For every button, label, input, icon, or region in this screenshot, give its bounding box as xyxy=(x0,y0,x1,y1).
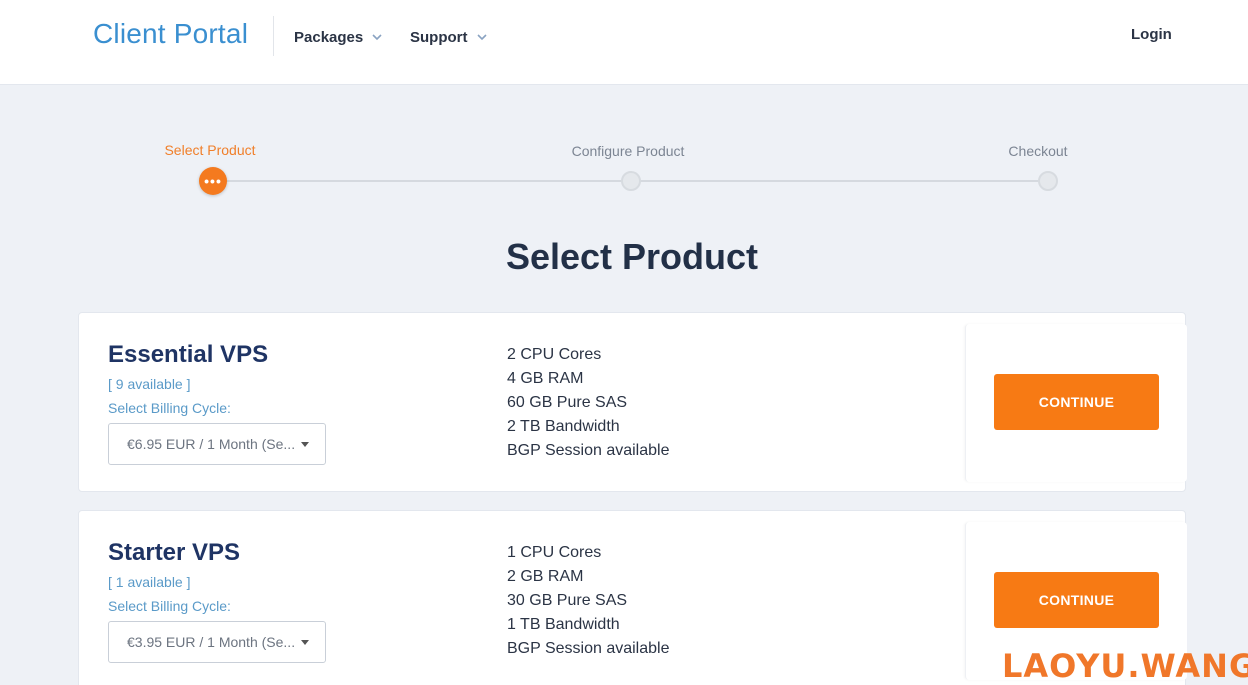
checkout-stepper: Select Product Configure Product Checkou… xyxy=(0,130,1248,210)
step-configure-product-dot xyxy=(621,171,641,191)
product-name: Essential VPS xyxy=(108,341,269,368)
login-link[interactable]: Login xyxy=(1131,26,1172,43)
billing-cycle-label: Select Billing Cycle: xyxy=(108,598,231,614)
watermark-text: LAOYU.WANG xyxy=(1002,647,1248,685)
feature-item: 2 GB RAM xyxy=(507,568,584,585)
step-select-product-dot: ••• xyxy=(199,167,227,195)
billing-cycle-value: €3.95 EUR / 1 Month (Se... xyxy=(127,634,296,650)
step-select-product-label: Select Product xyxy=(164,142,256,158)
feature-item: 2 CPU Cores xyxy=(507,346,602,363)
billing-cycle-value: €6.95 EUR / 1 Month (Se... xyxy=(127,436,296,452)
product-availability: [ 9 available ] xyxy=(108,376,191,392)
feature-item: BGP Session available xyxy=(507,442,670,459)
step-checkout-label: Checkout xyxy=(1008,143,1068,159)
nav-packages-label: Packages xyxy=(294,28,364,46)
nav-support[interactable]: Support xyxy=(410,26,488,48)
billing-cycle-select[interactable]: €3.95 EUR / 1 Month (Se... xyxy=(108,621,326,663)
top-header: Client Portal Packages Support Login xyxy=(0,0,1248,85)
billing-cycle-label: Select Billing Cycle: xyxy=(108,400,231,416)
feature-item: 1 TB Bandwidth xyxy=(507,616,620,633)
product-name: Starter VPS xyxy=(108,539,241,566)
feature-item: 4 GB RAM xyxy=(507,370,584,387)
brand-logo[interactable]: Client Portal xyxy=(93,18,248,50)
chevron-down-icon xyxy=(372,34,382,41)
product-card-essential-vps: Essential VPS [ 9 available ] Select Bil… xyxy=(78,312,1187,492)
continue-button[interactable]: CONTINUE xyxy=(994,374,1159,430)
billing-cycle-select[interactable]: €6.95 EUR / 1 Month (Se... xyxy=(108,423,326,465)
caret-down-icon xyxy=(301,442,309,447)
feature-item: 30 GB Pure SAS xyxy=(507,592,628,609)
product-features: 2 CPU Cores 4 GB RAM 60 GB Pure SAS 2 TB… xyxy=(507,343,669,463)
product-availability: [ 1 available ] xyxy=(108,574,191,590)
page-title: Select Product xyxy=(505,236,759,277)
feature-item: 60 GB Pure SAS xyxy=(507,394,628,411)
chevron-down-icon xyxy=(476,34,487,41)
product-features: 1 CPU Cores 2 GB RAM 30 GB Pure SAS 1 TB… xyxy=(507,541,669,661)
product-action-panel: CONTINUE xyxy=(965,324,1187,482)
step-checkout-dot xyxy=(1038,171,1058,191)
nav-support-label: Support xyxy=(410,28,468,46)
nav-packages[interactable]: Packages xyxy=(294,26,383,48)
caret-down-icon xyxy=(301,640,309,645)
brand-divider xyxy=(273,16,274,56)
feature-item: BGP Session available xyxy=(507,640,670,657)
continue-button[interactable]: CONTINUE xyxy=(994,572,1159,628)
feature-item: 1 CPU Cores xyxy=(507,544,602,561)
feature-item: 2 TB Bandwidth xyxy=(507,418,620,435)
step-configure-product-label: Configure Product xyxy=(571,143,685,159)
